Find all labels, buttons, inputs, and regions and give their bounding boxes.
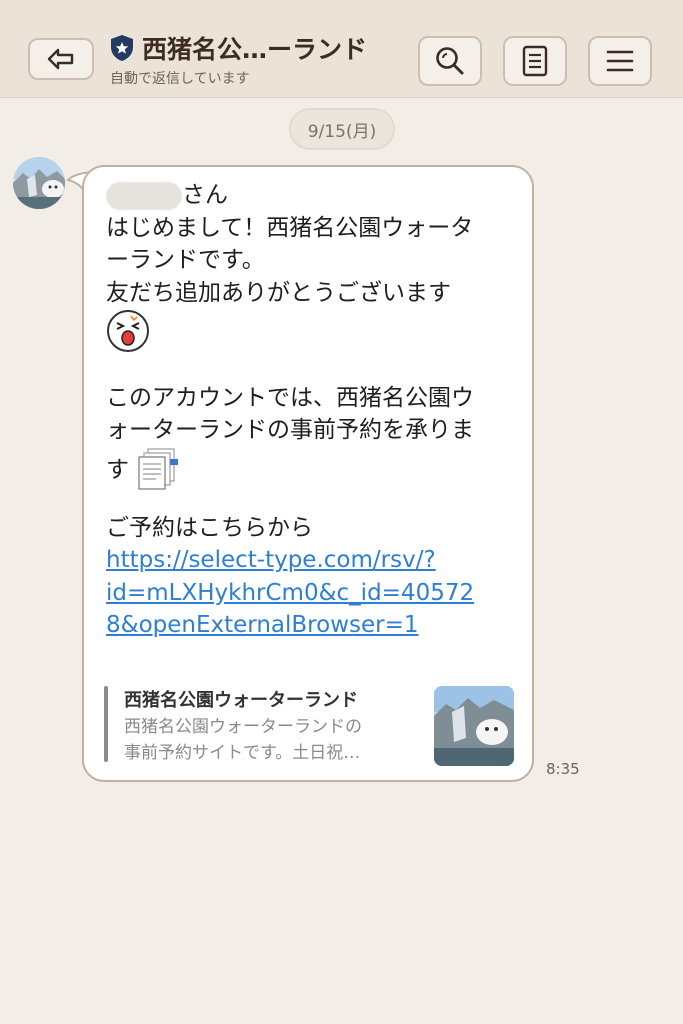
preview-description-line: 西猪名公園ウォーターランドの — [124, 717, 362, 737]
preview-thumbnail — [434, 686, 514, 766]
search-button[interactable] — [418, 36, 482, 86]
notes-button[interactable] — [503, 36, 567, 86]
link-preview-card[interactable]: 西猪名公園ウォーターランド 西猪名公園ウォーターランドの 事前予約サイトです。土… — [104, 684, 516, 766]
message-line: ーランドです。 — [106, 247, 265, 273]
message-line: 友だち追加ありがとうございます — [106, 279, 451, 306]
notes-icon — [522, 45, 548, 77]
chat-title: 西猪名公…ーランド — [142, 35, 368, 64]
menu-icon — [606, 50, 634, 72]
documents-icon — [138, 448, 179, 490]
auto-reply-status: 自動で返信しています — [110, 71, 250, 87]
greeting-line: さん — [106, 179, 518, 212]
redacted-username — [106, 181, 182, 210]
message-timestamp: 8:35 — [546, 760, 580, 778]
preview-description: 西猪名公園ウォーターランドの 事前予約サイトです。土日祝… — [124, 714, 414, 766]
preview-description-line: 事前予約サイトです。土日祝… — [124, 743, 361, 763]
message-bubble[interactable]: さん はじめまして！西猪名公園ウォータ ーランドです。 友だち追加ありがとうござ… — [82, 165, 534, 782]
emoji-face-icon — [107, 310, 149, 352]
menu-button[interactable] — [588, 36, 652, 86]
message-line: このアカウントでは、西猪名公園ウ — [106, 384, 474, 411]
chat-header: 西猪名公…ーランド 自動で返信しています — [0, 0, 683, 98]
message-text: さん はじめまして！西猪名公園ウォータ ーランドです。 友だち追加ありがとうござ… — [106, 179, 518, 642]
message-line: す — [106, 447, 518, 490]
search-icon — [436, 47, 464, 75]
message-line: ご予約はこちらから — [106, 514, 313, 541]
avatar[interactable] — [13, 157, 65, 209]
chat-title-area[interactable]: 西猪名公…ーランド 自動で返信しています — [110, 30, 410, 88]
date-separator: 9/15(月) — [289, 108, 395, 150]
message-line-end: す — [106, 456, 129, 483]
preview-accent-bar — [104, 686, 108, 762]
emoji-row — [106, 309, 518, 352]
reservation-link[interactable]: 8&openExternalBrowser=1 — [106, 609, 518, 642]
reservation-link[interactable]: id=mLXHykhrCm0&c_id=40572 — [106, 577, 518, 610]
reservation-link[interactable]: https://select-type.com/rsv/? — [106, 544, 518, 577]
name-suffix: さん — [182, 182, 228, 208]
preview-title: 西猪名公園ウォーターランド — [124, 690, 358, 711]
back-arrow-icon — [47, 48, 74, 70]
shield-star-icon — [111, 35, 133, 61]
message-line: はじめまして！西猪名公園ウォータ — [106, 214, 474, 241]
message-line: ォーターランドの事前予約を承りま — [106, 417, 474, 443]
back-button[interactable] — [28, 38, 94, 80]
